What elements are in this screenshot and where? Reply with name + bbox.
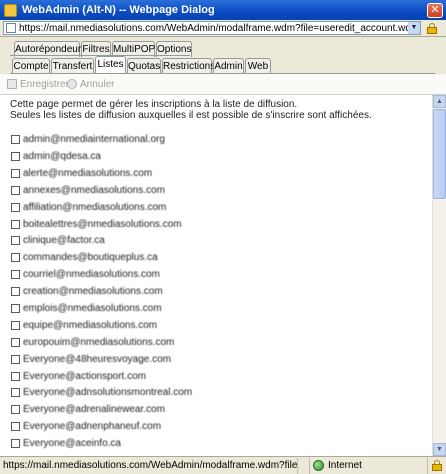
list-email: annexes@nmediasolutions.com — [23, 185, 165, 196]
list-email: admin@nmediainternational.org — [23, 134, 165, 145]
panel-description: Cette page permet de gérer les inscripti… — [10, 99, 372, 121]
tab-listes[interactable]: Listes — [95, 56, 126, 74]
tab-quotas[interactable]: Quotas — [127, 58, 161, 74]
subscribe-checkbox[interactable] — [11, 422, 20, 431]
lock-icon[interactable] — [426, 23, 440, 34]
list-item: commandes@boutiqueplus.ca — [11, 251, 158, 264]
list-item: alerte@nmediasolutions.com — [11, 167, 152, 180]
security-zone: Internet — [310, 457, 428, 474]
subscribe-checkbox[interactable] — [11, 405, 20, 414]
chevron-down-icon[interactable]: ▼ — [408, 22, 420, 34]
description-line-2: Seules les listes de diffusion auxquelle… — [10, 110, 372, 121]
description-line-1: Cette page permet de gérer les inscripti… — [10, 99, 298, 110]
status-bar: https://mail.nmediasolutions.com/WebAdmi… — [0, 456, 446, 474]
status-url: https://mail.nmediasolutions.com/WebAdmi… — [0, 457, 298, 474]
list-item: creation@nmediasolutions.com — [11, 285, 163, 298]
list-item: Everyone@adnenphaneuf.com — [11, 420, 161, 433]
subscribe-checkbox[interactable] — [11, 304, 20, 313]
globe-icon — [313, 460, 324, 471]
list-email: affiliation@nmediasolutions.com — [23, 202, 167, 213]
subscribe-checkbox[interactable] — [11, 186, 20, 195]
list-item: admin@qdesa.ca — [11, 150, 101, 163]
list-item: clinique@factor.ca — [11, 234, 105, 247]
subscribe-checkbox[interactable] — [11, 338, 20, 347]
tab-restrictions[interactable]: Restrictions — [162, 58, 215, 74]
list-item: emplois@nmediasolutions.com — [11, 302, 162, 315]
subscribe-checkbox[interactable] — [11, 270, 20, 279]
scroll-thumb[interactable] — [433, 109, 446, 199]
subscribe-checkbox[interactable] — [11, 439, 20, 448]
list-email: courriel@nmediasolutions.com — [23, 269, 160, 280]
close-button[interactable]: ✕ — [427, 2, 443, 18]
list-item: Everyone@adnsolutionsmontreal.com — [11, 386, 192, 399]
subscribe-checkbox[interactable] — [11, 372, 20, 381]
window-title: WebAdmin (Alt-N) -- Webpage Dialog — [22, 4, 215, 16]
list-item: europouim@nmediasolutions.com — [11, 336, 174, 349]
zone-label: Internet — [328, 460, 362, 471]
list-item: boitealettres@nmediasolutions.com — [11, 218, 182, 231]
address-bar: https://mail.nmediasolutions.com/WebAdmi… — [0, 20, 446, 37]
title-bar: WebAdmin (Alt-N) -- Webpage Dialog ✕ — [0, 0, 446, 20]
page-icon — [6, 23, 16, 33]
tab-admin[interactable]: Admin — [213, 58, 244, 74]
list-email: alerte@nmediasolutions.com — [23, 168, 153, 179]
list-email: equipe@nmediasolutions.com — [23, 320, 158, 331]
scroll-down-icon[interactable]: ▼ — [433, 443, 446, 456]
cancel-icon — [67, 79, 77, 89]
toolbar: Enregistrer Annuler — [0, 74, 446, 95]
list-email: commandes@boutiqueplus.ca — [23, 252, 158, 263]
app-icon — [4, 3, 17, 17]
vertical-scrollbar[interactable]: ▲ ▼ — [432, 95, 446, 456]
address-url: https://mail.nmediasolutions.com/WebAdmi… — [19, 22, 408, 34]
subscribe-checkbox[interactable] — [11, 236, 20, 245]
list-item: affiliation@nmediasolutions.com — [11, 201, 166, 214]
list-item: courriel@nmediasolutions.com — [11, 268, 160, 281]
tab-compte[interactable]: Compte — [12, 58, 50, 74]
save-label: Enregistrer — [20, 78, 69, 90]
subscribe-checkbox[interactable] — [11, 135, 20, 144]
cancel-button[interactable]: Annuler — [67, 77, 114, 91]
dialog-content: Autorépondeur Filtres MultiPOP Options C… — [0, 37, 446, 456]
subscribe-checkbox[interactable] — [11, 152, 20, 161]
list-item: Everyone@48heuresvoyage.com — [11, 353, 171, 366]
list-email: emplois@nmediasolutions.com — [23, 303, 162, 314]
list-email: europouim@nmediasolutions.com — [23, 337, 175, 348]
scroll-up-icon[interactable]: ▲ — [433, 95, 446, 108]
tab-web[interactable]: Web — [245, 58, 271, 74]
list-email: admin@qdesa.ca — [23, 151, 101, 162]
tab-transfert[interactable]: Transfert — [51, 58, 94, 74]
list-email: Everyone@adnsolutionsmontreal.com — [23, 387, 193, 398]
list-item: annexes@nmediasolutions.com — [11, 184, 165, 197]
address-field[interactable]: https://mail.nmediasolutions.com/WebAdmi… — [3, 21, 421, 35]
subscribe-checkbox[interactable] — [11, 203, 20, 212]
save-button[interactable]: Enregistrer — [7, 77, 69, 91]
list-email: boitealettres@nmediasolutions.com — [23, 219, 182, 230]
status-lock-icon[interactable] — [428, 458, 446, 474]
list-item: equipe@nmediasolutions.com — [11, 319, 157, 332]
list-item: Everyone@actionsport.com — [11, 370, 146, 383]
subscribe-checkbox[interactable] — [11, 321, 20, 330]
list-email: Everyone@actionsport.com — [23, 371, 146, 382]
subscribe-checkbox[interactable] — [11, 220, 20, 229]
list-email: Everyone@adnenphaneuf.com — [23, 421, 162, 432]
list-item: admin@nmediainternational.org — [11, 133, 165, 146]
list-item: Everyone@aceinfo.ca — [11, 437, 121, 450]
list-item: Everyone@adrenalinewear.com — [11, 403, 165, 416]
list-email: Everyone@adrenalinewear.com — [23, 404, 165, 415]
list-email: clinique@factor.ca — [23, 235, 105, 246]
subscribe-checkbox[interactable] — [11, 287, 20, 296]
lists-panel: Cette page permet de gérer les inscripti… — [0, 95, 432, 456]
list-email: Everyone@48heuresvoyage.com — [23, 354, 172, 365]
subscribe-checkbox[interactable] — [11, 355, 20, 364]
list-email: creation@nmediasolutions.com — [23, 286, 163, 297]
list-email: Everyone@aceinfo.ca — [23, 438, 121, 449]
subscribe-checkbox[interactable] — [11, 169, 20, 178]
subscribe-checkbox[interactable] — [11, 253, 20, 262]
floppy-disk-icon — [7, 79, 17, 89]
cancel-label: Annuler — [80, 78, 115, 90]
subscribe-checkbox[interactable] — [11, 388, 20, 397]
